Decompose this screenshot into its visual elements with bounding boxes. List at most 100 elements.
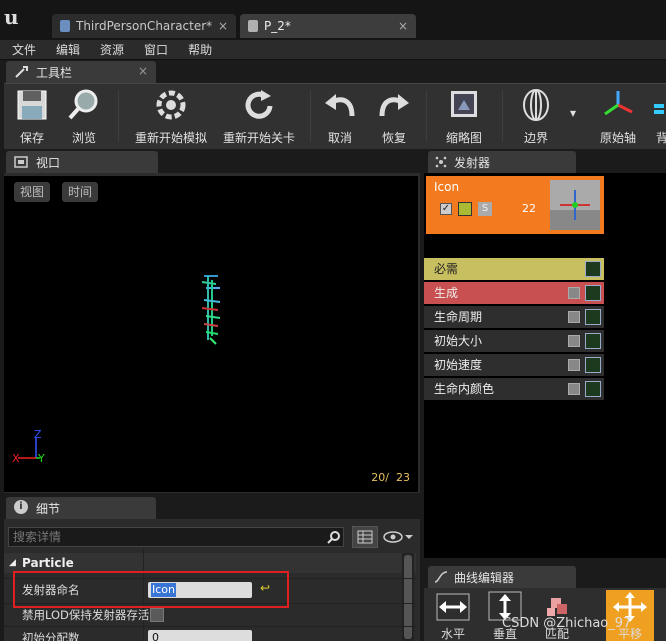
- tab-label: ThirdPersonCharacter*: [76, 19, 213, 33]
- fit-horizontal-icon: [436, 593, 470, 621]
- browse-label: 浏览: [71, 131, 96, 145]
- particle-counter: 20/ 23: [371, 471, 410, 484]
- curve-icon[interactable]: [585, 309, 601, 325]
- save-icon: [17, 90, 47, 120]
- module-spawn[interactable]: 生成: [424, 282, 604, 304]
- disable-lod-checkbox[interactable]: [150, 608, 164, 622]
- render-mode-icon[interactable]: [458, 202, 472, 216]
- module-enabled-checkbox[interactable]: [568, 287, 580, 299]
- curve-icon[interactable]: [585, 285, 601, 301]
- menu-window[interactable]: 窗口: [132, 40, 176, 60]
- emitter-enabled-checkbox[interactable]: ✓: [440, 203, 452, 215]
- restart-level-label: 重新开始关卡: [222, 131, 295, 145]
- restart-level-button[interactable]: 重新开始关卡: [216, 88, 302, 146]
- category-label: Particle: [22, 556, 74, 570]
- origin-axis-label: 原始轴: [599, 131, 636, 145]
- wrench-icon: [15, 66, 28, 78]
- redo-label: 恢复: [381, 131, 406, 145]
- particle-category[interactable]: ◢ Particle: [4, 553, 416, 573]
- bounds-button[interactable]: 边界: [514, 88, 558, 146]
- module-required[interactable]: 必需: [424, 258, 604, 280]
- save-label: 保存: [19, 131, 44, 145]
- tab-third-person-character[interactable]: ThirdPersonCharacter* ×: [52, 14, 236, 38]
- search-placeholder: 搜索详情: [13, 530, 62, 544]
- browse-button[interactable]: 浏览: [62, 88, 106, 146]
- particle-system-icon: [248, 20, 258, 32]
- close-icon[interactable]: ×: [218, 14, 228, 38]
- module-initial-size[interactable]: 初始大小: [424, 330, 604, 352]
- thumbnail-label: 缩略图: [445, 131, 482, 145]
- browse-icon: [68, 89, 98, 120]
- property-matrix-button[interactable]: [352, 526, 378, 548]
- chevron-down-icon: ◢: [9, 558, 16, 568]
- menu-bar: 文件 编辑 资源 窗口 帮助: [0, 40, 666, 60]
- details-tab[interactable]: i 细节: [6, 497, 156, 519]
- emitters-tab[interactable]: 发射器: [428, 151, 576, 173]
- undo-button[interactable]: 取消: [318, 88, 362, 146]
- toolbar-tab[interactable]: 工具栏 ×: [6, 61, 156, 83]
- origin-axis-button[interactable]: 原始轴: [596, 88, 640, 146]
- axis-z-label: Z: [34, 428, 42, 441]
- unreal-logo-icon: u: [4, 5, 19, 29]
- restart-level-icon: [245, 90, 273, 119]
- module-enabled-checkbox[interactable]: [568, 311, 580, 323]
- module-color-over-life[interactable]: 生命内颜色: [424, 378, 604, 400]
- tab-p2[interactable]: P_2* ×: [240, 14, 416, 38]
- undo-label: 取消: [327, 131, 352, 145]
- viewport-tab[interactable]: 视口: [6, 151, 158, 173]
- background-label: 背景: [655, 131, 666, 145]
- particle-preview: [201, 275, 221, 345]
- time-button[interactable]: 时间: [62, 182, 99, 202]
- module-list: 必需 生成 生命周期 初始大小 初始速度 生命内颜色: [424, 258, 604, 402]
- menu-file[interactable]: 文件: [0, 40, 44, 60]
- eye-icon: [383, 531, 413, 543]
- restart-sim-button[interactable]: 重新开始模拟: [128, 88, 214, 146]
- menu-asset[interactable]: 资源: [88, 40, 132, 60]
- property-label: 初始分配数: [22, 631, 80, 641]
- menu-help[interactable]: 帮助: [176, 40, 220, 60]
- curve-icon[interactable]: [585, 333, 601, 349]
- redo-button[interactable]: 恢复: [372, 88, 416, 146]
- redo-icon: [379, 94, 409, 117]
- curve-icon[interactable]: [585, 381, 601, 397]
- thumbnail-icon: [451, 91, 477, 117]
- visibility-options-button[interactable]: [382, 528, 414, 546]
- view-mode-button[interactable]: 视图: [14, 182, 51, 202]
- emitter-header[interactable]: Icon ✓ S 22: [426, 176, 604, 234]
- fit-horizontal-button[interactable]: 水平: [432, 590, 474, 641]
- grid-icon: [357, 530, 373, 544]
- module-enabled-checkbox[interactable]: [568, 383, 580, 395]
- viewport-icon: [14, 156, 28, 168]
- highlight-box: [13, 571, 289, 608]
- curve-editor-toolbar: 水平 垂直 匹配 平移: [424, 588, 666, 641]
- axis-x-label: X: [12, 452, 20, 465]
- toolbar-title: 工具栏: [36, 66, 73, 80]
- info-icon: i: [14, 500, 28, 514]
- save-button[interactable]: 保存: [10, 88, 54, 146]
- chevron-down-icon: ▾: [569, 106, 577, 120]
- details-search-input[interactable]: 搜索详情: [8, 527, 344, 547]
- initial-allocation-input[interactable]: 0: [148, 630, 252, 641]
- curve-editor-tab[interactable]: 曲线编辑器: [428, 566, 576, 588]
- background-button[interactable]: 背景: [648, 88, 666, 146]
- module-enabled-checkbox[interactable]: [568, 335, 580, 347]
- emitter-particle-count: 22: [522, 202, 536, 215]
- thumbnail-button[interactable]: 缩略图: [436, 88, 492, 146]
- property-row-initial-allocation: 初始分配数 0: [4, 626, 416, 641]
- watermark: CSDN @Zhichao_97: [502, 616, 632, 631]
- curve-icon[interactable]: [585, 357, 601, 373]
- curve-icon: [434, 571, 448, 583]
- solo-button[interactable]: S: [478, 202, 492, 216]
- viewport-canvas[interactable]: 视图 时间 Z X Y 20/ 23: [4, 176, 418, 492]
- search-icon: [327, 531, 340, 544]
- close-icon[interactable]: ×: [398, 14, 408, 38]
- menu-edit[interactable]: 编辑: [44, 40, 88, 60]
- origin-axis-icon: [604, 91, 633, 116]
- module-initial-velocity[interactable]: 初始速度: [424, 354, 604, 376]
- close-icon[interactable]: ×: [138, 64, 148, 78]
- curve-icon[interactable]: [585, 261, 601, 277]
- module-lifetime[interactable]: 生命周期: [424, 306, 604, 328]
- module-enabled-checkbox[interactable]: [568, 359, 580, 371]
- emitter-icon: [435, 156, 447, 168]
- bounds-label: 边界: [523, 131, 548, 145]
